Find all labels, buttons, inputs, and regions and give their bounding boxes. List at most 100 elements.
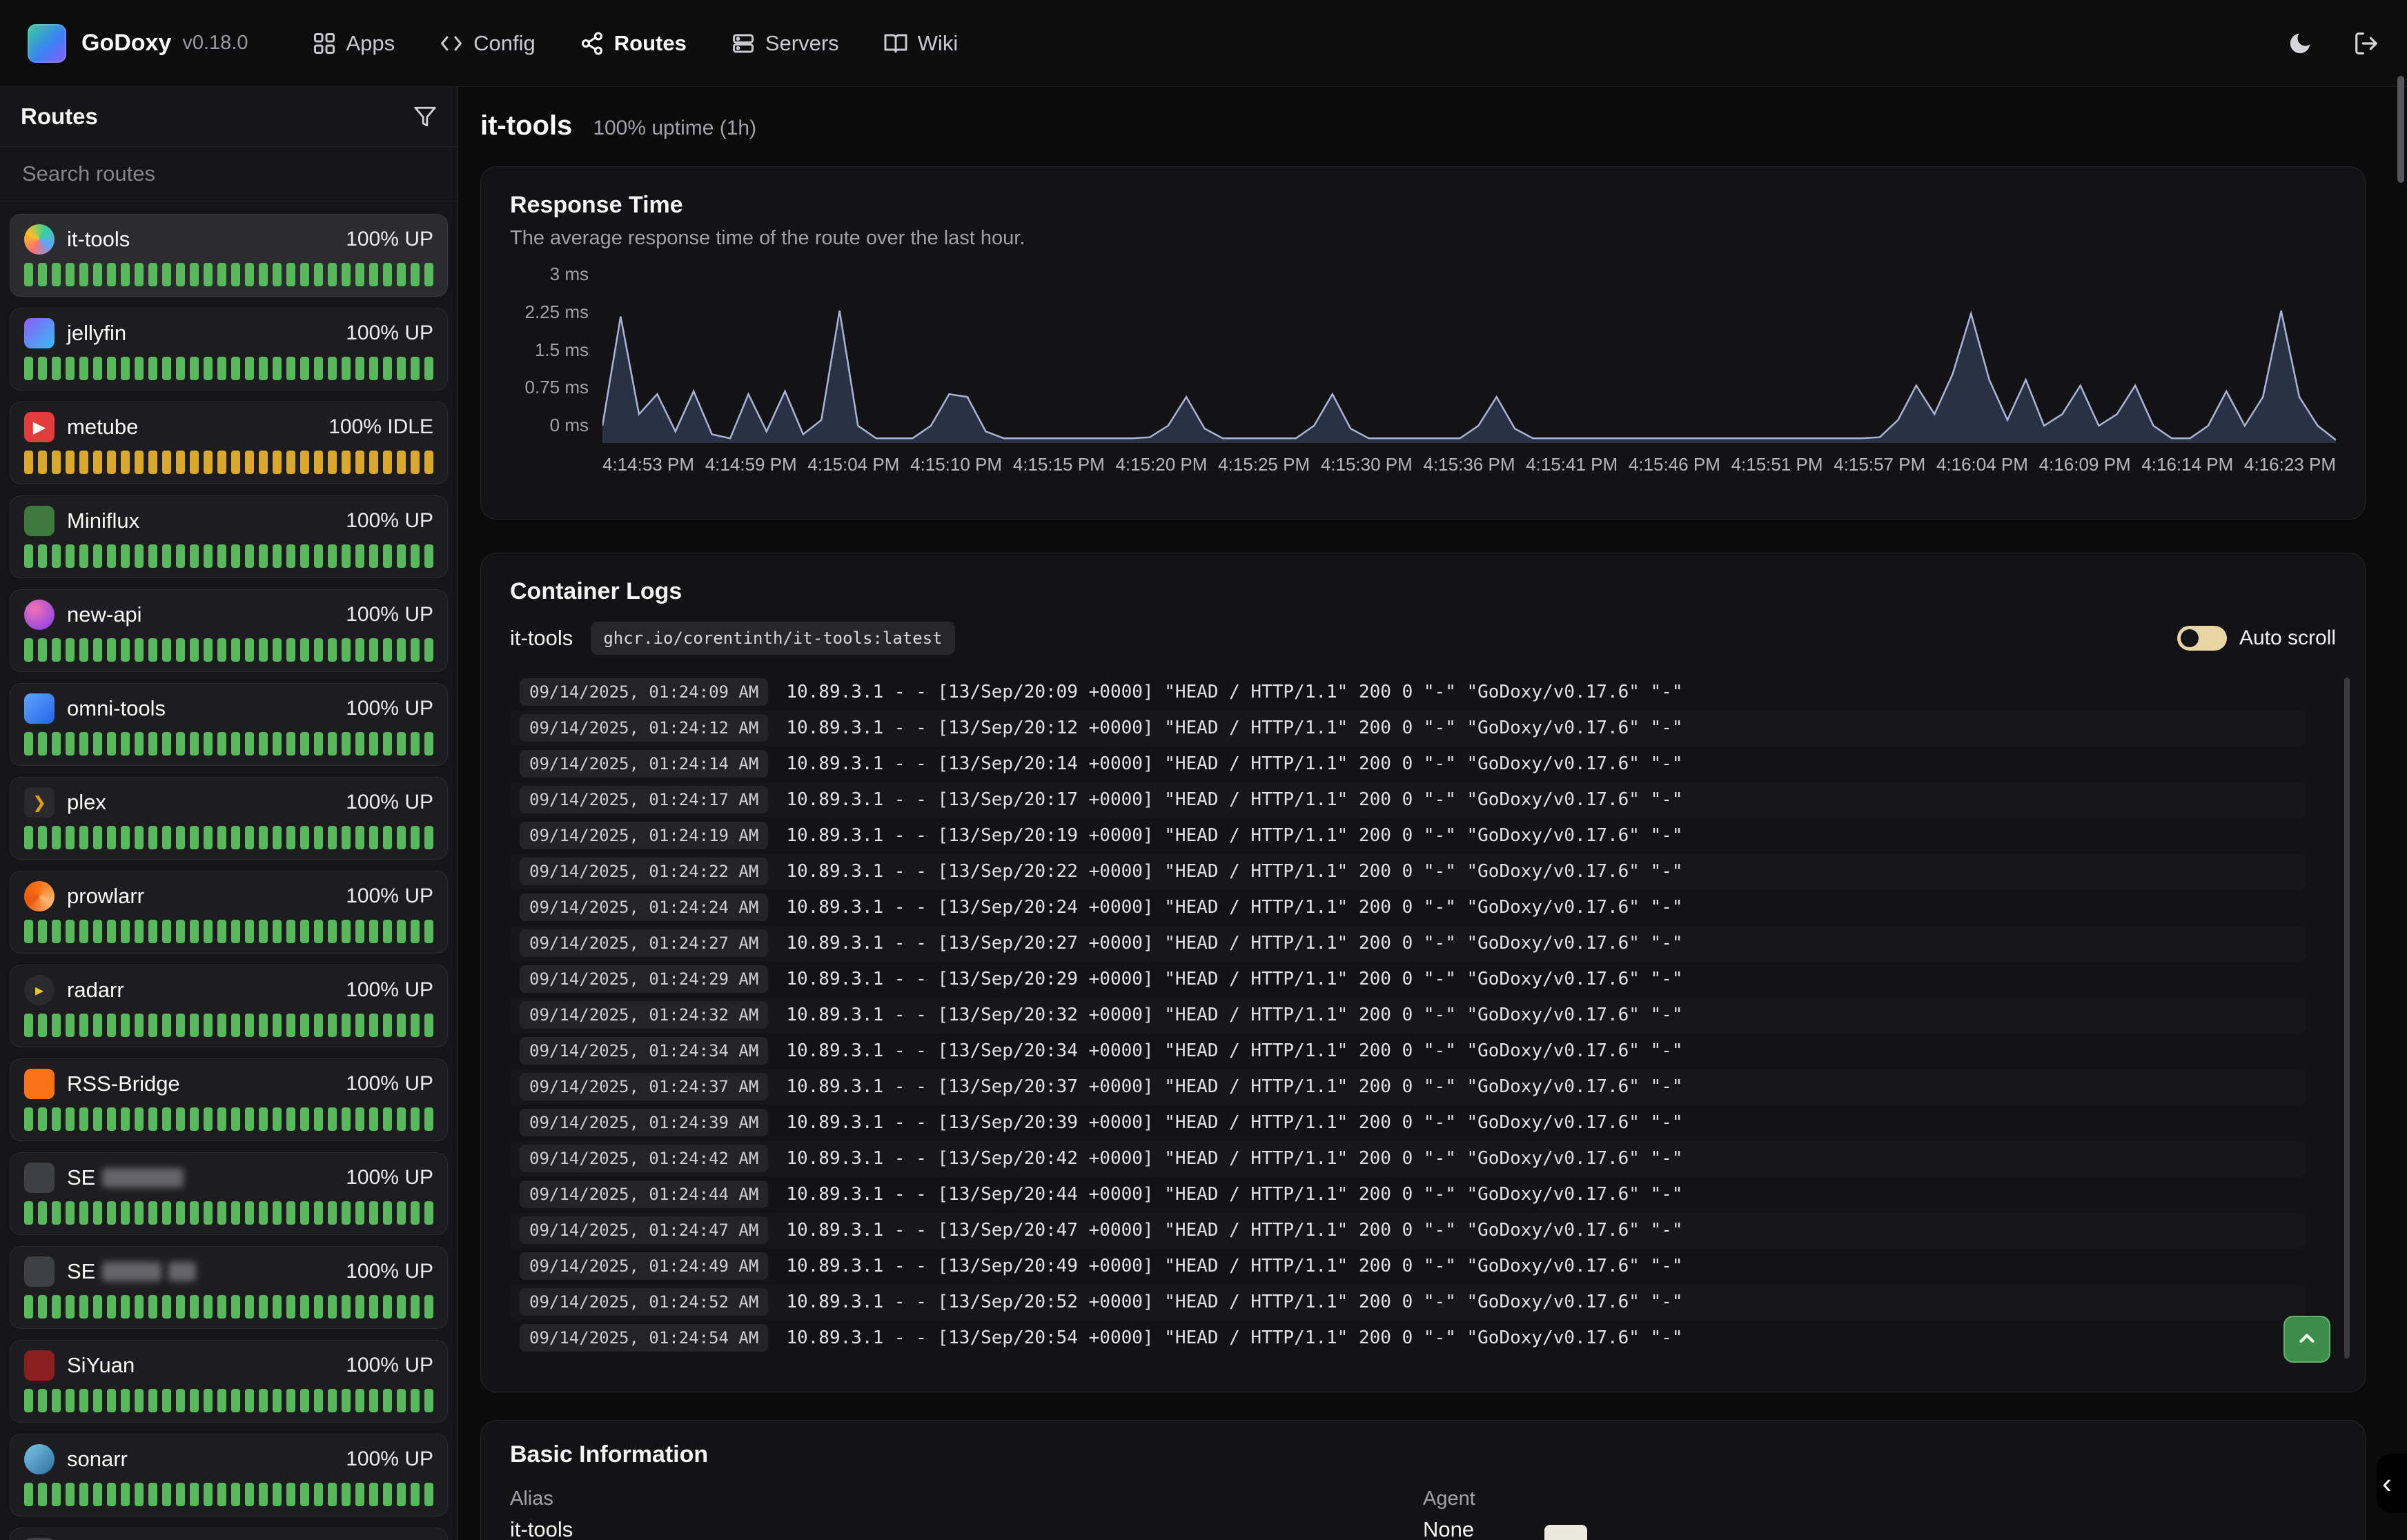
uptime-bar xyxy=(300,1295,309,1319)
uptime-bar xyxy=(286,544,295,568)
route-list-item[interactable]: ❯ plex 100% UP xyxy=(10,777,448,860)
log-row: 09/14/2025, 01:24:24 AM 10.89.3.1 - - [1… xyxy=(510,889,2306,925)
uptime-bar xyxy=(93,1107,102,1131)
log-row: 09/14/2025, 01:24:44 AM 10.89.3.1 - - [1… xyxy=(510,1176,2306,1212)
route-list-item[interactable]: Miniflux 100% UP xyxy=(10,495,448,578)
nav-item-routes[interactable]: Routes xyxy=(580,31,687,56)
uptime-bar xyxy=(66,451,75,474)
uptime-bar xyxy=(245,357,254,380)
uptime-bar xyxy=(135,920,144,943)
response-time-chart: 3 ms2.25 ms1.5 ms0.75 ms0 ms 4:14:53 PM4… xyxy=(510,270,2336,475)
uptime-bar xyxy=(424,1295,433,1319)
route-uptime-bars xyxy=(24,1201,433,1225)
uptime-bar xyxy=(273,357,282,380)
route-name: prowlarr xyxy=(67,884,144,909)
uptime-bar xyxy=(217,1295,226,1319)
route-list-item[interactable] xyxy=(10,1528,448,1540)
uptime-bar xyxy=(245,826,254,849)
route-list-item[interactable]: sonarr 100% UP xyxy=(10,1434,448,1517)
uptime-bar xyxy=(424,920,433,943)
uptime-bar xyxy=(300,263,309,286)
logout-icon[interactable] xyxy=(2353,30,2379,57)
nav-item-wiki[interactable]: Wiki xyxy=(883,31,959,56)
page-scrollbar-thumb[interactable] xyxy=(2397,76,2404,183)
uptime-bar xyxy=(204,1483,213,1506)
uptime-bar xyxy=(93,263,102,286)
search-routes-input[interactable] xyxy=(21,161,440,187)
uptime-bar xyxy=(66,826,75,849)
route-list-item[interactable]: ▸ radarr 100% UP xyxy=(10,965,448,1047)
page-header: it-tools 100% uptime (1h) xyxy=(480,110,2366,141)
uptime-bar xyxy=(397,826,406,849)
uptime-bar xyxy=(328,1295,337,1319)
route-list-item[interactable]: it-tools 100% UP xyxy=(10,214,448,297)
uptime-bar xyxy=(148,1295,157,1319)
route-list-item[interactable]: prowlarr 100% UP xyxy=(10,871,448,954)
autoscroll-toggle[interactable] xyxy=(2177,626,2227,651)
uptime-bar xyxy=(121,1295,130,1319)
nav-item-config[interactable]: Config xyxy=(439,31,536,56)
log-row: 09/14/2025, 01:24:27 AM 10.89.3.1 - - [1… xyxy=(510,925,2306,961)
uptime-bar xyxy=(397,920,406,943)
route-uptime-bars xyxy=(24,732,433,756)
uptime-bar xyxy=(273,263,282,286)
uptime-bar xyxy=(383,1201,392,1225)
uptime-bar xyxy=(135,357,144,380)
route-list-item[interactable]: new-api 100% UP xyxy=(10,589,448,672)
uptime-bar xyxy=(52,826,61,849)
route-list-item[interactable]: omni-tools 100% UP xyxy=(10,683,448,766)
uptime-bar xyxy=(217,1014,226,1037)
log-timestamp-chip: 09/14/2025, 01:24:19 AM xyxy=(520,822,768,849)
uptime-bar xyxy=(24,1201,33,1225)
route-status-badge: 100% UP xyxy=(346,697,433,720)
log-row: 09/14/2025, 01:24:19 AM 10.89.3.1 - - [1… xyxy=(510,818,2306,853)
uptime-bar xyxy=(342,1483,351,1506)
log-timestamp-chip: 09/14/2025, 01:24:27 AM xyxy=(520,929,768,957)
route-name: Miniflux xyxy=(67,509,139,533)
route-list-item[interactable]: SE 100% UP xyxy=(10,1152,448,1235)
route-list-item[interactable]: ▶ metube 100% IDLE xyxy=(10,402,448,484)
route-list-item[interactable]: SE 100% UP xyxy=(10,1246,448,1329)
uptime-bar xyxy=(52,357,61,380)
nav-item-servers[interactable]: Servers xyxy=(731,31,839,56)
uptime-bar xyxy=(369,732,378,756)
uptime-bar xyxy=(66,1107,75,1131)
filter-icon[interactable] xyxy=(413,105,437,128)
route-name: SE xyxy=(67,1165,184,1190)
log-row: 09/14/2025, 01:24:47 AM 10.89.3.1 - - [1… xyxy=(510,1212,2306,1248)
uptime-bar xyxy=(176,451,185,474)
x-tick-label: 4:14:59 PM xyxy=(705,454,797,475)
uptime-bar xyxy=(162,1201,171,1225)
apps-grid-icon xyxy=(312,31,337,56)
x-tick-label: 4:15:10 PM xyxy=(910,454,1002,475)
uptime-bar xyxy=(24,263,33,286)
logs-scrollbar[interactable] xyxy=(2344,678,2350,1359)
route-list-item[interactable]: SiYuan 100% UP xyxy=(10,1340,448,1423)
uptime-bar xyxy=(245,920,254,943)
nav-item-apps[interactable]: Apps xyxy=(312,31,395,56)
uptime-bar xyxy=(204,1295,213,1319)
uptime-bar xyxy=(342,638,351,662)
collapse-panel-chevron-left[interactable]: ‹ xyxy=(2377,1454,2407,1513)
scroll-to-top-button[interactable] xyxy=(2283,1316,2330,1363)
uptime-bar xyxy=(369,544,378,568)
uptime-bar xyxy=(328,826,337,849)
chart-x-axis: 4:14:53 PM4:14:59 PM4:15:04 PM4:15:10 PM… xyxy=(602,454,2336,475)
uptime-bar xyxy=(314,732,323,756)
uptime-bar xyxy=(314,263,323,286)
uptime-bar xyxy=(355,1295,364,1319)
route-list-item[interactable]: RSS-Bridge 100% UP xyxy=(10,1058,448,1141)
route-list-item[interactable]: jellyfin 100% UP xyxy=(10,308,448,391)
uptime-bar xyxy=(66,920,75,943)
uptime-bar xyxy=(397,1014,406,1037)
uptime-bar xyxy=(397,1107,406,1131)
uptime-bar xyxy=(286,357,295,380)
uptime-bar xyxy=(79,544,88,568)
log-message: 10.89.3.1 - - [13/Sep/20:22 +0000] "HEAD… xyxy=(786,861,1682,882)
uptime-bar xyxy=(107,451,116,474)
response-time-title: Response Time xyxy=(510,192,2336,219)
route-favicon xyxy=(24,318,55,348)
theme-toggle-moon-icon[interactable] xyxy=(2287,30,2313,57)
response-time-subtitle: The average response time of the route o… xyxy=(510,227,2336,250)
uptime-bar xyxy=(135,732,144,756)
